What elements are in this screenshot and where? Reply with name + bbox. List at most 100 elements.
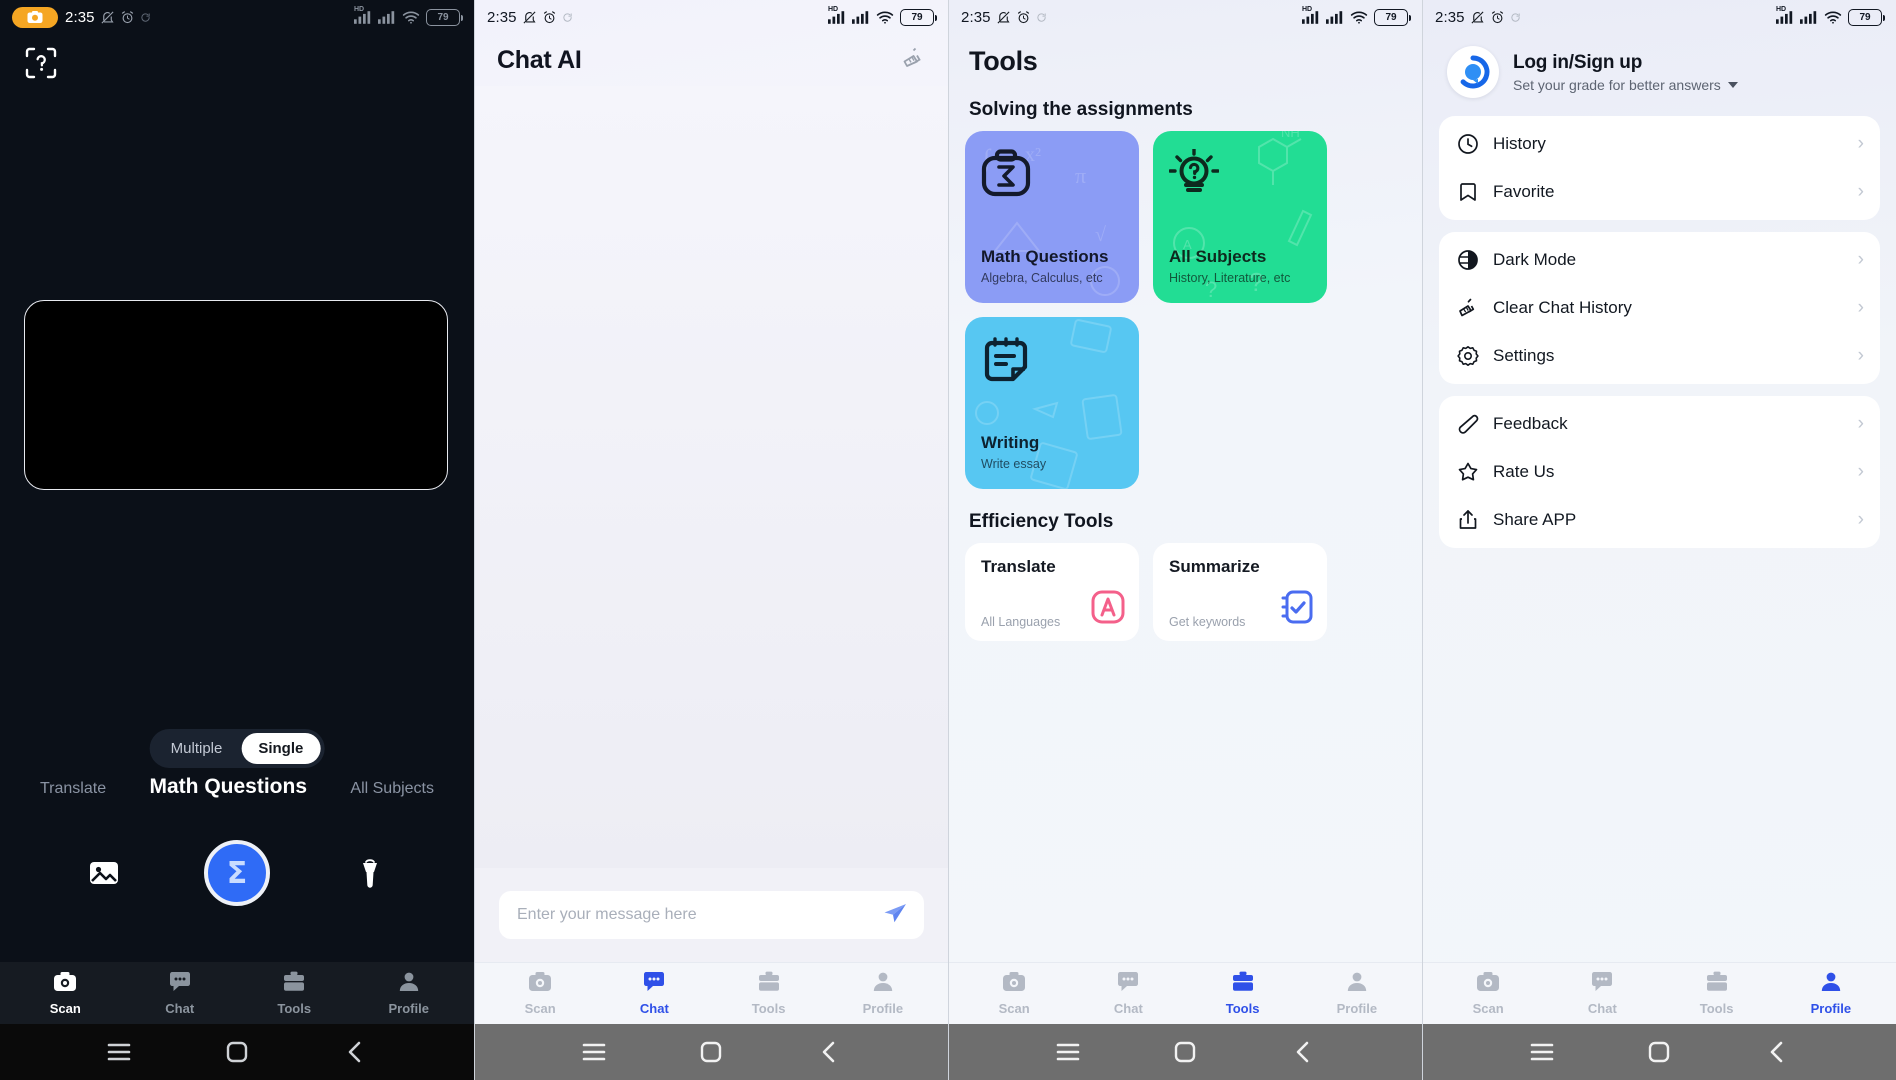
tab-chat[interactable]: Chat xyxy=(138,971,222,1016)
menu-item-settings[interactable]: Settings › xyxy=(1439,332,1880,380)
menu-group-preferences: Dark Mode › Clear Chat History › Setting… xyxy=(1439,232,1880,384)
menu-item-label: Share APP xyxy=(1493,510,1577,529)
page-title: Tools xyxy=(969,46,1038,76)
hd-signal-icon: HD xyxy=(828,6,846,28)
broom-icon[interactable] xyxy=(900,45,926,76)
message-input[interactable]: Enter your message here xyxy=(499,891,924,939)
chevron-right-icon: › xyxy=(1857,297,1864,318)
menu-icon[interactable] xyxy=(1528,1038,1556,1066)
home-icon[interactable] xyxy=(1171,1038,1199,1066)
checklist-icon xyxy=(1279,590,1313,629)
scan-screen-panel: 2:35 HD 79 Multiple Single Translate Mat… xyxy=(0,0,474,1080)
capture-mode-single[interactable]: Single xyxy=(241,733,321,764)
account-header[interactable]: Log in/Sign up Set your grade for better… xyxy=(1439,34,1880,116)
bookmark-icon xyxy=(1457,181,1479,203)
tab-profile[interactable]: Profile xyxy=(841,971,925,1016)
scan-mode-math-questions[interactable]: Math Questions xyxy=(150,775,308,799)
menu-item-rate-us[interactable]: Rate Us › xyxy=(1439,448,1880,496)
menu-item-dark-mode[interactable]: Dark Mode › xyxy=(1439,236,1880,284)
menu-icon[interactable] xyxy=(580,1038,608,1066)
tab-chat-label: Chat xyxy=(1113,1001,1143,1016)
menu-item-history[interactable]: History › xyxy=(1439,120,1880,168)
tool-card-translate[interactable]: Translate All Languages xyxy=(965,543,1139,641)
gear-icon xyxy=(1457,345,1479,367)
assignment-cards-row1: ∫ x² π √ Math Questions Algebra, Calculu… xyxy=(965,131,1406,303)
tab-scan[interactable]: Scan xyxy=(1446,971,1530,1016)
menu-icon[interactable] xyxy=(105,1038,133,1066)
capture-mode-toggle[interactable]: Multiple Single xyxy=(149,729,325,768)
home-icon[interactable] xyxy=(223,1038,251,1066)
clock-icon xyxy=(1457,133,1479,155)
menu-item-label: Favorite xyxy=(1493,182,1555,201)
tab-chat[interactable]: Chat xyxy=(1086,971,1170,1016)
tab-chat[interactable]: Chat xyxy=(612,971,696,1016)
scan-mode-all-subjects[interactable]: All Subjects xyxy=(350,780,434,798)
grade-selector-label: Set your grade for better answers xyxy=(1513,76,1721,93)
flashlight-icon[interactable] xyxy=(353,856,387,890)
signal-icon xyxy=(378,10,395,24)
wifi-icon xyxy=(1824,11,1842,24)
status-bar: 2:35 HD 79 xyxy=(949,0,1422,34)
tool-card-all-subjects[interactable]: NH A ? ? All Subjects History, Literatur… xyxy=(1153,131,1327,303)
person-icon xyxy=(1819,971,1843,997)
tab-scan[interactable]: Scan xyxy=(23,971,107,1016)
mute-icon xyxy=(1471,10,1484,24)
lightbulb-question-icon xyxy=(1168,147,1221,201)
capture-mode-multiple[interactable]: Multiple xyxy=(154,733,240,764)
grade-selector[interactable]: Set your grade for better answers xyxy=(1513,77,1738,93)
tab-tools[interactable]: Tools xyxy=(727,971,811,1016)
tool-card-writing[interactable]: Writing Write essay xyxy=(965,317,1139,489)
bottom-tab-bar: Scan Chat Tools Profile xyxy=(1423,962,1896,1024)
tab-profile[interactable]: Profile xyxy=(367,971,451,1016)
android-nav-bar xyxy=(1423,1024,1896,1080)
menu-item-favorite[interactable]: Favorite › xyxy=(1439,168,1880,216)
tab-tools[interactable]: Tools xyxy=(1675,971,1759,1016)
tab-profile[interactable]: Profile xyxy=(1789,971,1873,1016)
tab-scan[interactable]: Scan xyxy=(498,971,582,1016)
tool-card-subtitle: Algebra, Calculus, etc xyxy=(981,271,1103,285)
back-icon[interactable] xyxy=(1763,1038,1791,1066)
scan-help-icon[interactable] xyxy=(24,46,58,80)
chevron-right-icon: › xyxy=(1857,461,1864,482)
bottom-tab-bar: Scan Chat Tools Profile xyxy=(475,962,948,1024)
camera-indicator-badge xyxy=(12,6,58,28)
gallery-icon[interactable] xyxy=(87,856,121,890)
send-icon[interactable] xyxy=(882,901,908,930)
menu-item-clear-chat-history[interactable]: Clear Chat History › xyxy=(1439,284,1880,332)
tab-scan[interactable]: Scan xyxy=(972,971,1056,1016)
tool-card-title: Translate xyxy=(981,557,1056,576)
home-icon[interactable] xyxy=(697,1038,725,1066)
tool-card-math-questions[interactable]: ∫ x² π √ Math Questions Algebra, Calculu… xyxy=(965,131,1139,303)
menu-item-share-app[interactable]: Share APP › xyxy=(1439,496,1880,544)
tab-chat[interactable]: Chat xyxy=(1560,971,1644,1016)
tab-scan-label: Scan xyxy=(524,1001,556,1016)
tool-card-summarize[interactable]: Summarize Get keywords xyxy=(1153,543,1327,641)
scan-mode-translate[interactable]: Translate xyxy=(40,780,106,798)
tool-card-title: Writing xyxy=(981,433,1040,453)
camera-icon xyxy=(53,971,77,997)
status-time: 2:35 xyxy=(65,8,95,26)
letter-a-icon xyxy=(1091,590,1125,629)
tab-chat-label: Chat xyxy=(165,1000,195,1016)
back-icon[interactable] xyxy=(341,1038,369,1066)
home-icon[interactable] xyxy=(1645,1038,1673,1066)
toolbox-icon xyxy=(1705,971,1729,997)
back-icon[interactable] xyxy=(815,1038,843,1066)
tab-tools[interactable]: Tools xyxy=(1201,971,1285,1016)
camera-icon xyxy=(1002,971,1026,997)
tab-profile[interactable]: Profile xyxy=(1315,971,1399,1016)
menu-item-feedback[interactable]: Feedback › xyxy=(1439,400,1880,448)
chevron-right-icon: › xyxy=(1857,509,1864,530)
battery-icon: 79 xyxy=(1374,8,1411,26)
tab-tools[interactable]: Tools xyxy=(252,971,336,1016)
menu-icon[interactable] xyxy=(1054,1038,1082,1066)
shutter-button[interactable]: Σ xyxy=(203,840,270,906)
tab-tools-label: Tools xyxy=(1225,1001,1260,1016)
menu-item-label: Rate Us xyxy=(1493,462,1555,481)
menu-item-label: Settings xyxy=(1493,346,1555,365)
camera-viewfinder[interactable] xyxy=(24,300,448,490)
back-icon[interactable] xyxy=(1289,1038,1317,1066)
android-nav-bar xyxy=(949,1024,1422,1080)
share-icon xyxy=(1457,509,1479,531)
broom-icon xyxy=(1457,297,1479,319)
